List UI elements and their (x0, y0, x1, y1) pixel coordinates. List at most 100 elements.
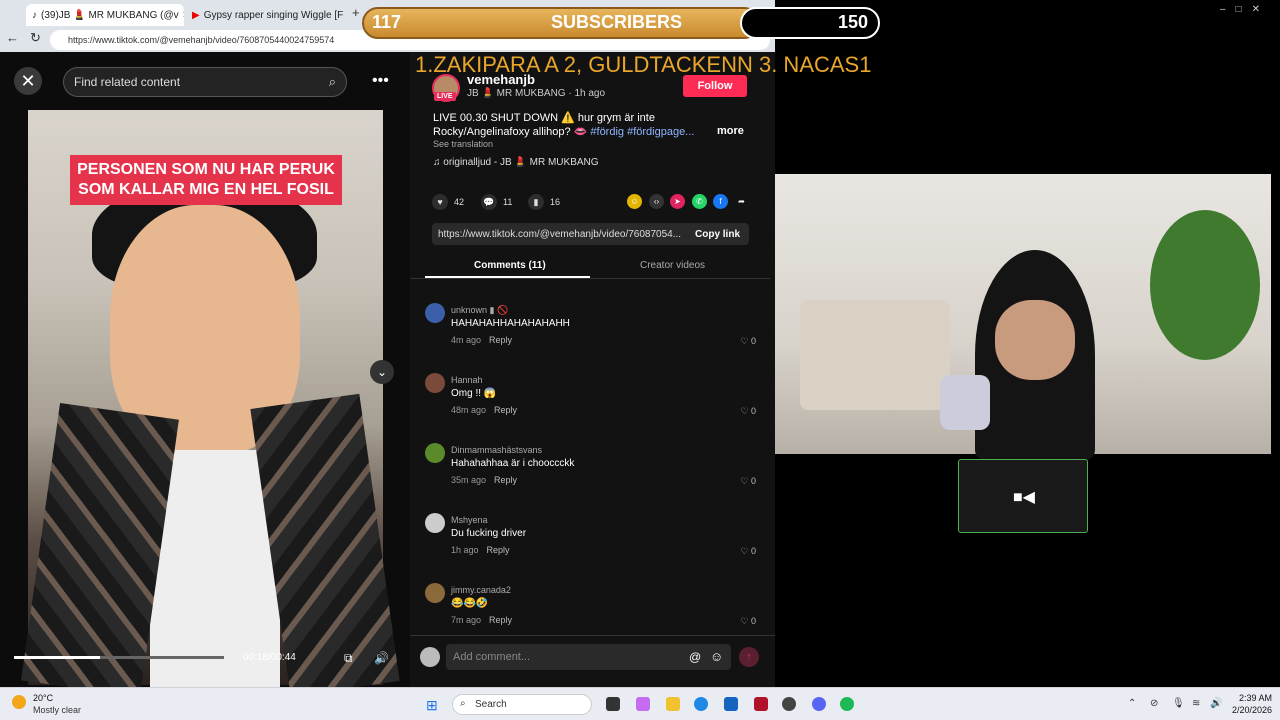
comment-meta: 1h ago Reply (451, 545, 510, 555)
avatar[interactable] (425, 443, 445, 463)
video-caption: PERSONEN SOM NU HAR PERUK SOM KALLAR MIG… (70, 155, 342, 205)
comment-icon: 💬 (481, 194, 497, 210)
embed-icon[interactable]: ‹› (649, 194, 664, 209)
reload-icon[interactable]: ↻ (30, 30, 41, 46)
send-icon[interactable]: ➤ (670, 194, 685, 209)
weather-moon-icon[interactable] (12, 695, 26, 709)
tab-comments[interactable]: Comments (11) (474, 260, 546, 271)
emoji-icon[interactable]: ☺ (710, 649, 723, 664)
comment-like[interactable]: ♡ 0 (740, 336, 756, 347)
pip-icon[interactable]: ⧉ (344, 651, 353, 666)
subscriber-goal-value: 150 (838, 12, 869, 32)
facebook-icon[interactable]: f (713, 194, 728, 209)
clock-date[interactable]: 2/20/2026 (1220, 705, 1272, 715)
link-text: https://www.tiktok.com/@vemehanjb/video/… (438, 228, 682, 240)
tiktok-tab-icon: ♪ (32, 9, 37, 21)
windows-start-icon[interactable]: ⊞ (426, 697, 438, 714)
app-icon[interactable] (782, 697, 796, 711)
chevron-up-icon[interactable]: ⌃ (1128, 698, 1136, 709)
reply-button[interactable]: Reply (489, 615, 512, 625)
comment-like[interactable]: ♡ 0 (740, 616, 756, 627)
comment-like[interactable]: ♡ 0 (740, 406, 756, 417)
edge-icon[interactable] (694, 697, 708, 711)
browser-tab[interactable]: ▶ Gypsy rapper singing Wiggle [FUN × (186, 4, 344, 26)
heart-icon: ♥ (432, 194, 448, 210)
chevron-down-icon[interactable]: ⌄ (370, 360, 394, 384)
back-arrow-icon[interactable]: ← (6, 30, 19, 45)
like-count: 0 (750, 476, 756, 486)
like-button[interactable]: ♥ 42 (432, 194, 464, 210)
share-arrow-icon[interactable]: ➦ (734, 194, 749, 209)
reply-button[interactable]: Reply (494, 405, 517, 415)
comment-author[interactable]: jimmy.canada2 (451, 585, 511, 595)
weather-condition[interactable]: Mostly clear (33, 705, 81, 715)
comment-like[interactable]: ♡ 0 (740, 546, 756, 557)
new-tab-icon[interactable]: + (352, 5, 360, 20)
share-icon[interactable]: ☺ (627, 194, 642, 209)
microphone (940, 375, 990, 430)
avatar[interactable] (425, 373, 445, 393)
taskbar-search[interactable]: ⌕ Search (452, 694, 592, 715)
volume-icon[interactable]: 🔊 (374, 651, 389, 665)
heart-outline-icon: ♡ (740, 406, 749, 416)
copy-link-button[interactable]: Copy link (695, 229, 740, 240)
send-arrow-icon[interactable]: ↑ (739, 647, 759, 667)
comment-author[interactable]: Hannah (451, 375, 483, 385)
avatar[interactable] (425, 583, 445, 603)
caption-line: PERSONEN SOM NU HAR PERUK (77, 161, 335, 178)
weather-temp[interactable]: 20°C (33, 693, 53, 703)
reply-button[interactable]: Reply (487, 545, 510, 555)
mention-icon[interactable]: @ (689, 650, 701, 664)
search-icon[interactable]: ⌕ (329, 74, 336, 90)
task-view-icon[interactable] (606, 697, 620, 711)
comment-author[interactable]: Dinmammashästsvans (451, 445, 542, 455)
wifi-icon[interactable]: ≋ (1192, 698, 1200, 709)
comment-text: 😂😂🤣 (451, 598, 489, 609)
close-tab-icon[interactable]: × (183, 9, 184, 21)
discord-icon[interactable] (812, 697, 826, 711)
follow-button[interactable]: Follow (683, 75, 747, 97)
comment-author[interactable]: unknown ▮ 🚫 (451, 305, 508, 316)
search-placeholder: Find related content (74, 75, 181, 89)
heart-outline-icon: ♡ (740, 476, 749, 486)
microphone-icon[interactable]: 🎙 (1172, 698, 1185, 709)
save-count: 16 (550, 197, 561, 207)
store-icon[interactable] (724, 697, 738, 711)
reply-button[interactable]: Reply (489, 335, 512, 345)
author-subline: JB 💄 MR MUKBANG · 1h ago (467, 88, 606, 99)
more-options-icon[interactable]: ••• (372, 72, 389, 90)
comment-meta: 48m ago Reply (451, 405, 517, 415)
music-link[interactable]: ♫ originalljud - JB 💄 MR MUKBANG (433, 157, 599, 168)
see-translation-link[interactable]: See translation (433, 139, 493, 149)
whatsapp-icon[interactable]: ✆ (692, 194, 707, 209)
more-button[interactable]: more (717, 125, 744, 137)
video-time: 00:18/00:44 (243, 652, 296, 663)
comment-time: 1h ago (451, 545, 479, 555)
tab-label: Gypsy rapper singing Wiggle [FUN (203, 9, 344, 21)
avatar[interactable] (425, 303, 445, 323)
save-button[interactable]: ▮ 16 (528, 194, 560, 210)
subscriber-count: 117 (372, 12, 402, 32)
reply-button[interactable]: Reply (494, 475, 517, 485)
acrobat-icon[interactable] (754, 697, 768, 711)
clock-time[interactable]: 2:39 AM (1232, 693, 1272, 703)
tab-creator-videos[interactable]: Creator videos (640, 260, 705, 271)
close-icon[interactable]: ✕ (14, 67, 42, 95)
copilot-icon[interactable] (636, 697, 650, 711)
file-explorer-icon[interactable] (666, 697, 680, 711)
comment-text: Omg !! 😱 (451, 388, 497, 399)
network-icon[interactable]: ⊘ (1150, 698, 1158, 709)
comment-author[interactable]: Mshyena (451, 515, 488, 525)
search-input[interactable]: Find related content ⌕ (63, 67, 347, 97)
browser-tab-active[interactable]: ♪ (39)JB 💄 MR MUKBANG (@v × (26, 4, 184, 26)
comment-like[interactable]: ♡ 0 (740, 476, 756, 487)
window-controls[interactable]: –□✕ (1220, 4, 1270, 15)
tab-label: (39)JB 💄 MR MUKBANG (@v (41, 9, 179, 21)
like-count: 0 (750, 546, 756, 556)
spotify-icon[interactable] (840, 697, 854, 711)
avatar[interactable] (425, 513, 445, 533)
comment-button[interactable]: 💬 11 (481, 194, 512, 210)
heart-outline-icon: ♡ (740, 336, 749, 346)
hashtags[interactable]: #fördig #fördigpage... (590, 126, 694, 138)
like-count: 42 (454, 197, 465, 207)
